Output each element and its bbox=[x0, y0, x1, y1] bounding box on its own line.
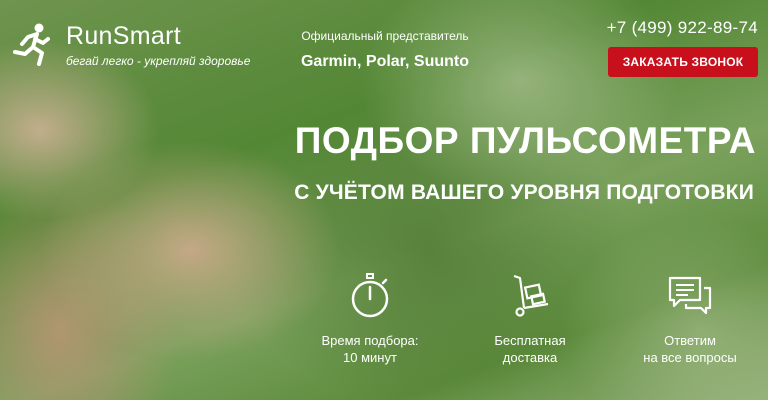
logo[interactable]: RunSmart бегай легко - укрепляй здоровье bbox=[12, 22, 250, 68]
brand-name: RunSmart bbox=[66, 22, 181, 50]
feature-line: Ответим bbox=[664, 333, 716, 348]
feature-text: Бесплатная доставка bbox=[494, 332, 565, 366]
brand-tagline: бегай легко - укрепляй здоровье bbox=[66, 54, 251, 68]
hero-subtitle: С УЧЁТОМ ВАШЕГО УРОВНЯ ПОДГОТОВКИ bbox=[294, 181, 754, 204]
logo-text: RunSmart бегай легко - укрепляй здоровье bbox=[66, 22, 250, 68]
feature-line: на все вопросы bbox=[643, 350, 737, 365]
dealer-label: Официальный представитель bbox=[301, 29, 469, 43]
hero-section: RunSmart бегай легко - укрепляй здоровье… bbox=[0, 0, 768, 400]
chat-bubbles-icon bbox=[668, 276, 712, 315]
request-callback-button[interactable]: ЗАКАЗАТЬ ЗВОНОК bbox=[608, 47, 758, 77]
hero-title: ПОДБОР ПУЛЬСОМЕТРА bbox=[294, 120, 756, 161]
feature-free-delivery: Бесплатная доставка bbox=[460, 272, 600, 366]
feature-line: 10 минут bbox=[343, 350, 397, 365]
feature-text: Время подбора: 10 минут bbox=[321, 332, 418, 366]
feature-selection-time: Время подбора: 10 минут bbox=[300, 272, 440, 366]
delivery-cart-icon bbox=[513, 274, 549, 317]
dealer-brands: Garmin, Polar, Suunto bbox=[300, 53, 470, 70]
feature-line: доставка bbox=[502, 350, 558, 365]
feature-line: Время подбора: bbox=[321, 333, 419, 348]
feature-answers: Ответим на все вопросы bbox=[620, 272, 760, 366]
phone-number[interactable]: +7 (499) 922-89-74 bbox=[607, 18, 758, 38]
runner-icon bbox=[13, 23, 50, 66]
official-dealer-block: Официальный представитель Garmin, Polar,… bbox=[290, 29, 480, 71]
stopwatch-icon bbox=[351, 273, 389, 318]
feature-text: Ответим на все вопросы bbox=[643, 332, 736, 366]
feature-line: Бесплатная bbox=[494, 333, 566, 348]
contact-block: +7 (499) 922-89-74 ЗАКАЗАТЬ ЗВОНОК bbox=[607, 18, 758, 77]
features-list: Время подбора: 10 минут Бесплатная доста… bbox=[300, 272, 760, 366]
